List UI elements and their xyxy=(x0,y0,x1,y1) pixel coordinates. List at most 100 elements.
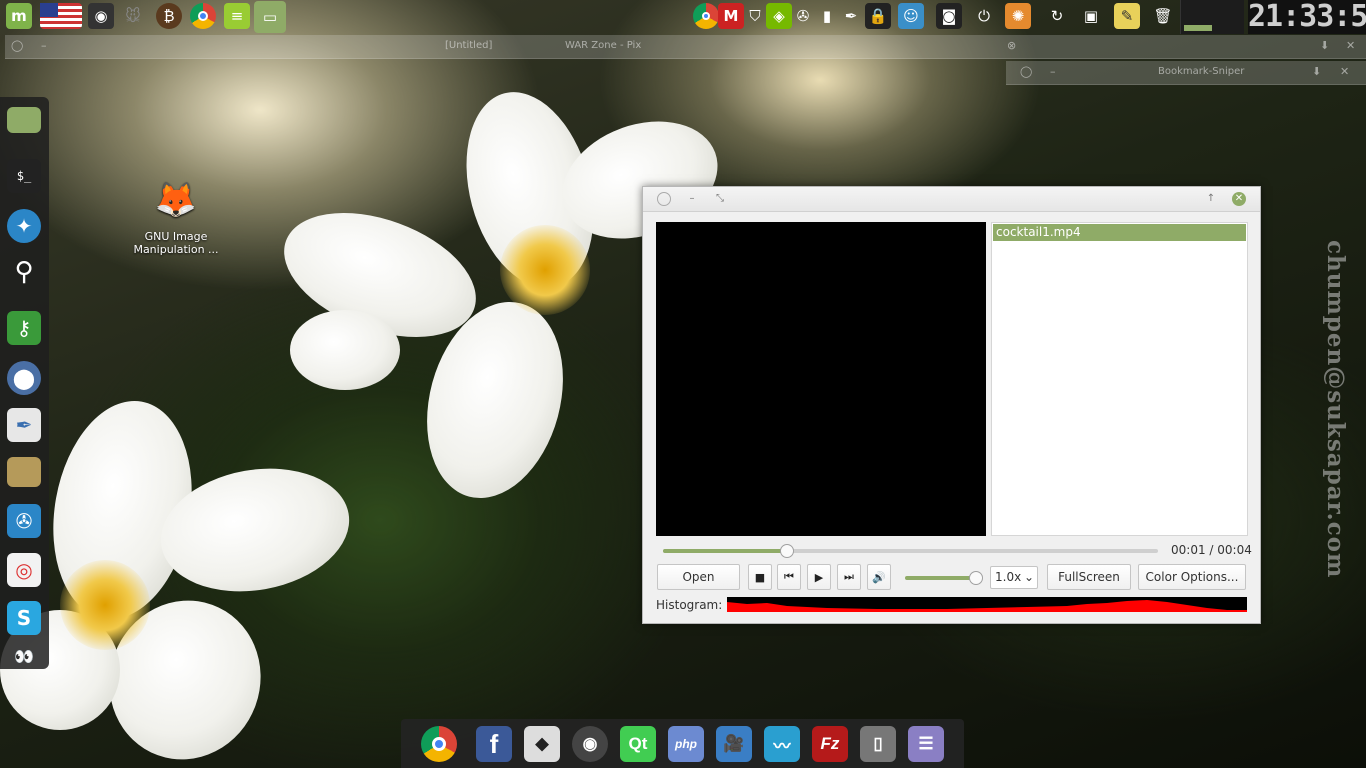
previous-button[interactable]: ⏮ xyxy=(777,564,801,590)
notes-tray-icon[interactable]: ✎ xyxy=(1114,3,1140,29)
histogram xyxy=(727,597,1247,612)
nvidia-icon[interactable]: ◈ xyxy=(766,3,792,29)
close-icon[interactable]: ⊗ xyxy=(1007,35,1016,57)
war-zone-window-bar[interactable]: ◯ – [Untitled] WAR Zone - Pix ⊗ xyxy=(5,35,1034,59)
folder-icon[interactable] xyxy=(7,457,41,487)
fullscreen-button[interactable]: FullScreen xyxy=(1047,564,1131,590)
php-icon[interactable]: php xyxy=(668,726,704,762)
filezilla-icon[interactable]: Fz xyxy=(812,726,848,762)
playlist[interactable]: cocktail1.mp4 xyxy=(991,222,1248,536)
skype-icon[interactable]: S xyxy=(7,601,41,635)
qt-icon[interactable]: Qt xyxy=(620,726,656,762)
store-icon[interactable]: ◎ xyxy=(7,553,41,587)
chrome-icon[interactable] xyxy=(421,726,457,762)
close-icon[interactable]: ◯ xyxy=(11,35,23,57)
bitcoin-icon[interactable]: ₿ xyxy=(156,3,182,29)
folder-green-icon[interactable] xyxy=(7,107,41,133)
camera-icon[interactable]: ◉ xyxy=(572,726,608,762)
gimp-label: GNU Image Manipulation ... xyxy=(133,230,219,256)
close-icon[interactable]: ✕ xyxy=(1346,35,1355,57)
close-window-icon[interactable]: ✕ xyxy=(1232,192,1246,206)
volume-knob[interactable] xyxy=(969,571,983,585)
bookmark-sniper-title: Bookmark-Sniper xyxy=(1158,66,1245,77)
eyes-icon[interactable]: 👀 xyxy=(7,639,41,673)
seek-fill xyxy=(663,549,787,553)
text-icon[interactable]: ☰ xyxy=(908,726,944,762)
document-icon[interactable]: ▯ xyxy=(860,726,896,762)
chrome-icon[interactable] xyxy=(190,3,216,29)
speed-value: 1.0x xyxy=(995,570,1022,584)
monitor-icon[interactable]: ▣ xyxy=(1078,3,1104,29)
left-dock: $_ ✦ ⚲ ⚷ ⬤ ✒ ✇ ◎ S 👀 xyxy=(0,97,49,669)
clock: 21:33:57 xyxy=(1248,0,1366,34)
camera-icon[interactable]: ◉ xyxy=(88,3,114,29)
histogram-label: Histogram: xyxy=(656,598,723,612)
lock-icon[interactable]: 🔒 xyxy=(865,3,891,29)
power-icon[interactable]: ⏻ xyxy=(971,3,997,29)
pin-icon[interactable]: ⬇ xyxy=(1320,35,1329,57)
media-player-window: – ⤡ ↑ ✕ cocktail1.mp4 00:01 / 00:04 Open… xyxy=(642,186,1261,624)
refresh-icon[interactable]: ↻ xyxy=(1044,3,1070,29)
chrome-tray-icon[interactable] xyxy=(693,3,719,29)
war-zone-window-bar-right[interactable]: ⬇ ✕ xyxy=(1034,35,1366,59)
color-options-button[interactable]: Color Options... xyxy=(1138,564,1246,590)
trash-icon[interactable]: 🗑 xyxy=(1150,3,1176,29)
search-icon[interactable]: ⚲ xyxy=(7,255,41,289)
hdd-icon[interactable]: ⬤ xyxy=(7,361,41,395)
pin-icon[interactable]: ↑ xyxy=(1204,192,1218,206)
close-icon[interactable] xyxy=(657,192,671,206)
mouse-icon[interactable]: 🐭 xyxy=(120,3,146,29)
wave-icon[interactable]: 〰 xyxy=(764,726,800,762)
gmail-icon[interactable]: M xyxy=(718,3,744,29)
key-icon[interactable]: ⚷ xyxy=(7,311,41,345)
bookmark-sniper-window-bar[interactable]: ◯ – Bookmark-Sniper ⬇ ✕ xyxy=(1006,61,1366,85)
facebook-icon[interactable]: f xyxy=(476,726,512,762)
next-button[interactable]: ⏭ xyxy=(837,564,861,590)
volume-slider[interactable] xyxy=(905,571,983,585)
compass-icon[interactable]: ✦ xyxy=(7,209,41,243)
volume-icon[interactable]: 🔊 xyxy=(867,564,891,590)
video-area[interactable] xyxy=(656,222,986,536)
mint-menu-icon[interactable]: m xyxy=(6,3,32,29)
gear-icon[interactable]: ✺ xyxy=(1005,3,1031,29)
close-icon[interactable]: ◯ xyxy=(1020,61,1032,83)
shield-icon[interactable]: ⛉ xyxy=(742,3,768,29)
feather-icon[interactable]: ✒ xyxy=(7,408,41,442)
inkscape-icon[interactable]: ◆ xyxy=(524,726,560,762)
aperture-icon[interactable]: ✇ xyxy=(790,3,816,29)
gimp-icon: 🦊 xyxy=(154,179,198,220)
chevron-down-icon: ⌄ xyxy=(1023,570,1034,584)
seek-knob[interactable] xyxy=(779,544,794,558)
minimize-icon[interactable]: – xyxy=(1050,61,1056,83)
video-icon[interactable]: 🎥 xyxy=(716,726,752,762)
notes-icon[interactable]: ≡ xyxy=(224,3,250,29)
open-button[interactable]: Open xyxy=(657,564,740,590)
close-icon[interactable]: ✕ xyxy=(1340,61,1349,83)
bottom-dock: f ◆ ◉ Qt php 🎥 〰 Fz ▯ ☰ xyxy=(401,719,964,768)
pin-icon[interactable]: ⬇ xyxy=(1312,61,1321,83)
histogram-graph xyxy=(727,600,1247,612)
camera-tray-icon[interactable]: ◙ xyxy=(936,3,962,29)
play-button[interactable]: ▶ xyxy=(807,564,831,590)
player-titlebar[interactable]: – ⤡ ↑ ✕ xyxy=(643,187,1260,212)
cpu-graph xyxy=(1180,0,1244,34)
war-zone-title: WAR Zone - Pix xyxy=(565,40,642,51)
seek-bar[interactable] xyxy=(663,544,1158,558)
playlist-item[interactable]: cocktail1.mp4 xyxy=(993,224,1246,241)
us-flag-icon[interactable] xyxy=(40,3,82,29)
terminal-icon[interactable]: $_ xyxy=(7,159,41,193)
gimp-desktop-icon[interactable]: 🦊 GNU Image Manipulation ... xyxy=(128,176,224,257)
maximize-icon[interactable]: ⤡ xyxy=(713,192,727,206)
speed-select[interactable]: 1.0x ⌄ xyxy=(990,566,1038,589)
minimize-icon[interactable]: – xyxy=(685,192,699,206)
untitled-label: [Untitled] xyxy=(445,40,493,51)
watermark-text: chumpen@suksapar.com xyxy=(1322,240,1349,579)
aperture-icon[interactable]: ✇ xyxy=(7,504,41,538)
battery-icon[interactable]: ▮ xyxy=(814,3,840,29)
top-panel: m ◉ 🐭 ₿ ≡ ▭ M ⛉ ◈ ✇ ▮ ✒ 🔒 ☺ ◙ ⏻ ✺ ↻ ▣ ✎ … xyxy=(0,0,1366,34)
window-icon[interactable]: ▭ xyxy=(254,1,286,33)
stop-button[interactable]: ■ xyxy=(748,564,772,590)
user-icon[interactable]: ☺ xyxy=(898,3,924,29)
pen-icon[interactable]: ✒ xyxy=(838,3,864,29)
minimize-icon[interactable]: – xyxy=(41,35,47,57)
